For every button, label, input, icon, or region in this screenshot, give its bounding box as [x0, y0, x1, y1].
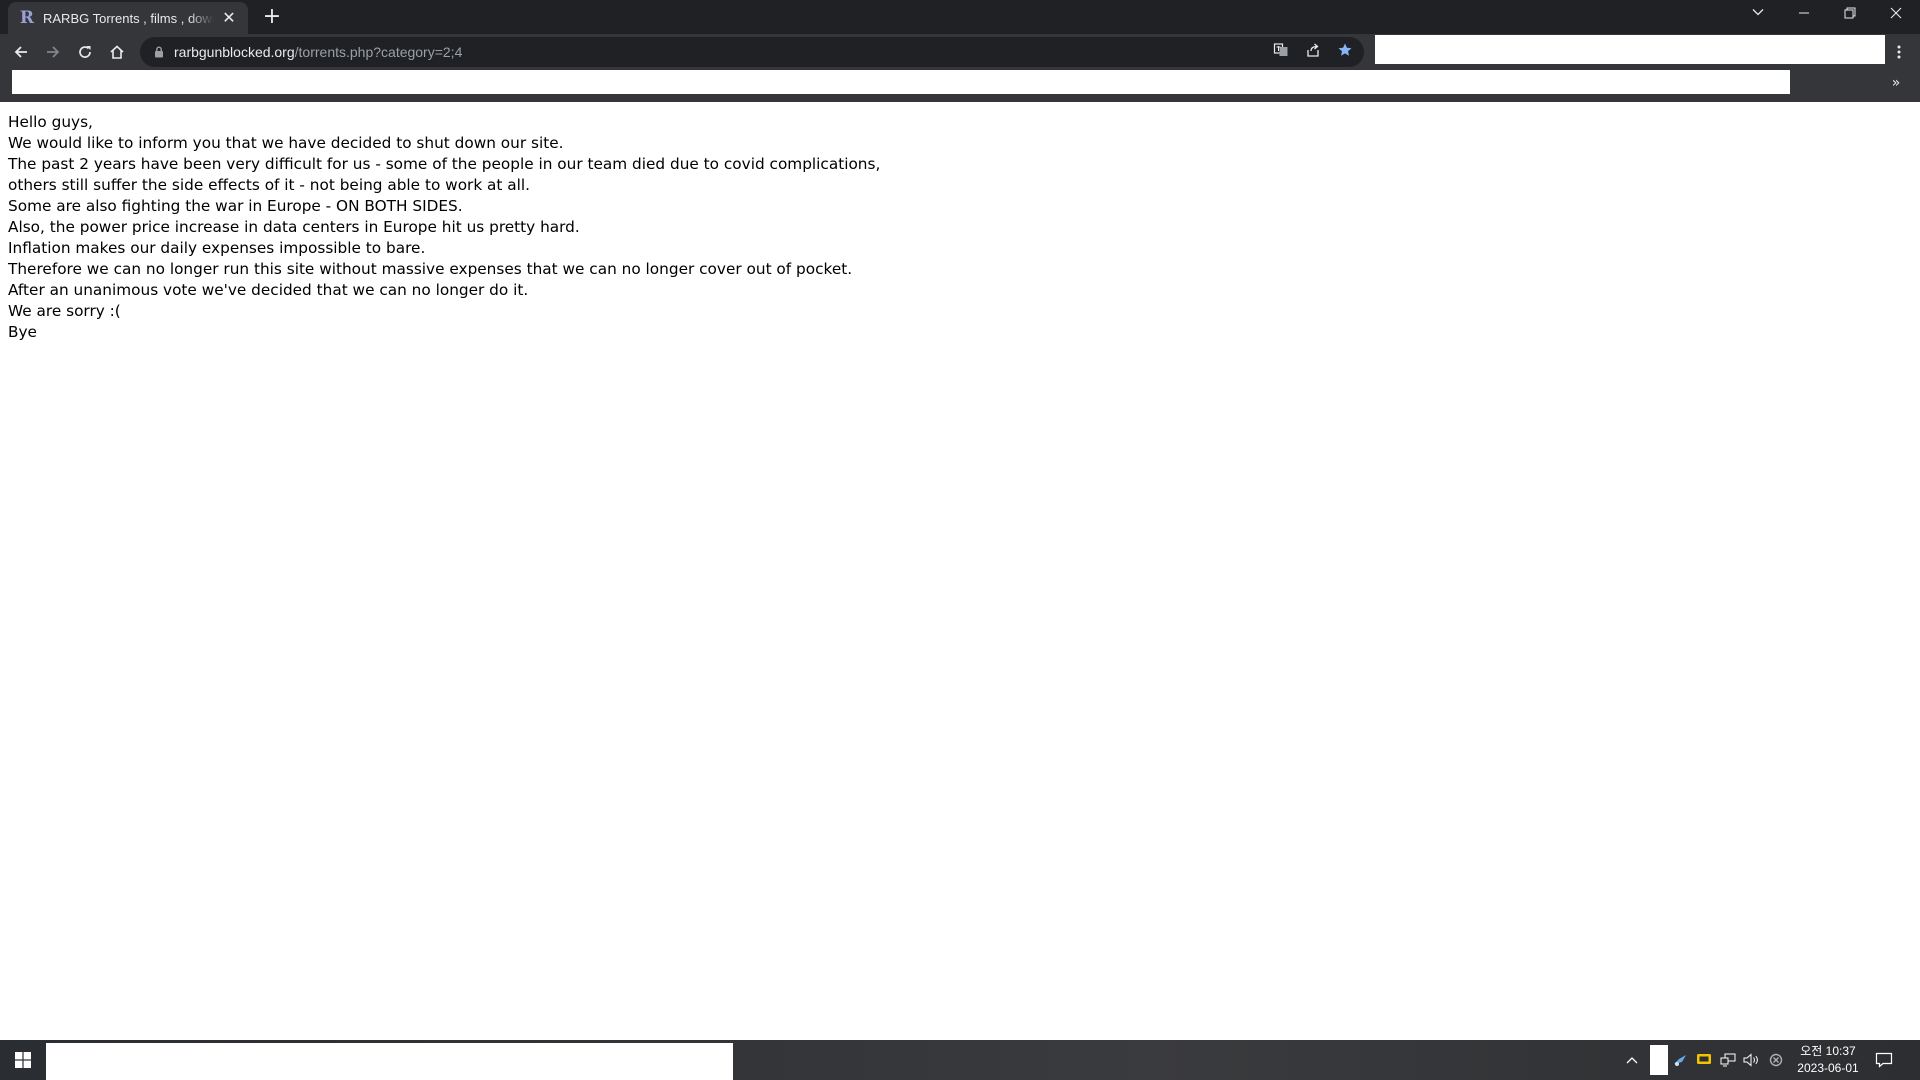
address-bar[interactable]: rarbgunblocked.org/torrents.php?category…: [140, 37, 1364, 67]
url-text: rarbgunblocked.org/torrents.php?category…: [174, 44, 462, 60]
message-line: Some are also fighting the war in Europe…: [8, 197, 463, 215]
show-hidden-icons-button[interactable]: [1622, 1050, 1642, 1070]
message-line: others still suffer the side effects of …: [8, 176, 531, 194]
tab-title: RARBG Torrents , films , download: [43, 10, 214, 26]
arrow-right-icon: [47, 46, 60, 58]
notification-icon: [1875, 1052, 1893, 1068]
close-window-button[interactable]: [1873, 0, 1919, 30]
tab-search-button[interactable]: [1735, 0, 1781, 30]
message-line: Hello guys,: [8, 113, 93, 131]
arrow-left-icon: [14, 46, 27, 58]
minimize-icon: [1799, 12, 1809, 14]
restore-icon: [1844, 7, 1856, 19]
tab-active[interactable]: R RARBG Torrents , films , download ✕: [8, 2, 248, 34]
message-line: We would like to inform you that we have…: [8, 134, 564, 152]
message-line: Bye: [8, 323, 37, 341]
kebab-menu-icon: [1897, 45, 1901, 59]
url-host: rarbgunblocked.org: [174, 44, 295, 60]
clock-date: 2023-06-01: [1797, 1061, 1859, 1075]
volume-icon[interactable]: [1742, 1050, 1762, 1070]
taskbar-clock[interactable]: 오전 10:37 2023-06-01: [1790, 1043, 1866, 1077]
message-line: Inflation makes our daily expenses impos…: [8, 239, 426, 257]
bookmark-bar: »: [0, 70, 1920, 102]
new-tab-button[interactable]: +: [260, 5, 284, 29]
tray-steam-icon[interactable]: [1670, 1050, 1690, 1070]
close-icon[interactable]: ✕: [220, 9, 238, 27]
back-button[interactable]: [7, 38, 35, 66]
tab-favicon: R: [19, 8, 35, 28]
extension-input[interactable]: [1375, 35, 1885, 64]
message-line: We are sorry :(: [8, 302, 121, 320]
url-path: /torrents.php?category=2;4: [294, 44, 463, 60]
windows-logo-icon: [15, 1052, 31, 1068]
share-icon: [1307, 43, 1319, 57]
message-line: After an unanimous vote we've decided th…: [8, 281, 529, 299]
forward-button[interactable]: [39, 38, 67, 66]
share-button[interactable]: [1301, 38, 1325, 62]
menu-button[interactable]: [1884, 38, 1914, 66]
tab-strip: R RARBG Torrents , films , download ✕ +: [0, 0, 1920, 34]
translate-icon: [1273, 43, 1288, 56]
message-line: Also, the power price increase in data c…: [8, 218, 580, 236]
star-icon: [1338, 43, 1352, 56]
chevron-down-icon: [1752, 9, 1764, 16]
clock-time: 오전 10:37: [1800, 1044, 1856, 1058]
bookmark-bar-input[interactable]: [12, 70, 1790, 94]
restore-button[interactable]: [1827, 0, 1873, 30]
bookmark-star-button[interactable]: [1333, 38, 1357, 62]
taskbar-search-box[interactable]: [46, 1043, 733, 1080]
chevron-up-icon: [1626, 1057, 1638, 1064]
close-window-icon: [1890, 7, 1902, 19]
reload-button[interactable]: [71, 38, 99, 66]
page-content: Hello guys, We would like to inform you …: [8, 112, 880, 343]
start-button[interactable]: [0, 1040, 46, 1080]
lock-icon[interactable]: [152, 45, 166, 59]
reload-icon: [79, 46, 91, 58]
tray-app-white[interactable]: [1650, 1045, 1668, 1075]
browser-toolbar: rarbgunblocked.org/torrents.php?category…: [0, 34, 1920, 70]
minimize-button[interactable]: [1781, 0, 1827, 30]
message-line: The past 2 years have been very difficul…: [8, 155, 881, 173]
home-icon: [110, 45, 124, 59]
notification-center-button[interactable]: [1872, 1050, 1896, 1070]
taskbar: 오전 10:37 2023-06-01: [0, 1040, 1920, 1080]
home-button[interactable]: [103, 38, 131, 66]
tray-status-icon[interactable]: [1766, 1050, 1786, 1070]
network-icon[interactable]: [1718, 1050, 1738, 1070]
translate-button[interactable]: [1269, 38, 1293, 62]
bookmark-overflow-button[interactable]: »: [1884, 73, 1908, 93]
message-line: Therefore we can no longer run this site…: [8, 260, 853, 278]
tray-chat-icon[interactable]: [1694, 1050, 1714, 1070]
